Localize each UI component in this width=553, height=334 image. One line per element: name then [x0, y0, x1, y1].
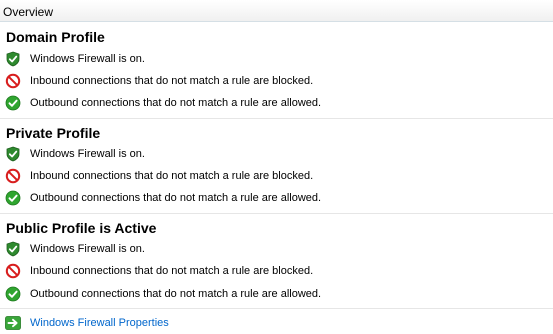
allowed-check-icon	[5, 95, 21, 111]
overview-title: Overview	[3, 5, 54, 19]
domain-profile-title: Domain Profile	[6, 29, 105, 45]
arrow-right-icon	[5, 316, 21, 330]
domain-profile-section: Domain Profile Windows Firewall is on. I…	[0, 22, 553, 118]
allowed-check-icon	[5, 190, 21, 206]
private-inbound-text: Inbound connections that do not match a …	[30, 170, 314, 182]
windows-firewall-properties-label[interactable]: Windows Firewall Properties	[30, 317, 169, 330]
shield-check-icon	[6, 51, 20, 67]
public-profile-title: Public Profile is Active	[6, 220, 157, 236]
private-profile-title: Private Profile	[6, 125, 101, 141]
domain-inbound-text: Inbound connections that do not match a …	[30, 75, 314, 87]
blocked-icon	[5, 73, 21, 89]
public-inbound-text: Inbound connections that do not match a …	[30, 265, 314, 277]
public-profile-section: Public Profile is Active Windows Firewal…	[0, 214, 553, 308]
private-profile-section: Private Profile Windows Firewall is on. …	[0, 119, 553, 213]
blocked-icon	[5, 168, 21, 184]
domain-firewall-status-text: Windows Firewall is on.	[30, 53, 145, 65]
shield-check-icon	[6, 146, 20, 162]
public-firewall-status-text: Windows Firewall is on.	[30, 243, 145, 255]
private-firewall-status-text: Windows Firewall is on.	[30, 148, 145, 160]
overview-header: Overview	[0, 0, 553, 22]
shield-check-icon	[6, 241, 20, 257]
section-divider	[0, 308, 553, 309]
public-outbound-text: Outbound connections that do not match a…	[30, 288, 322, 300]
domain-outbound-text: Outbound connections that do not match a…	[30, 97, 322, 109]
private-outbound-text: Outbound connections that do not match a…	[30, 192, 322, 204]
allowed-check-icon	[5, 286, 21, 302]
blocked-icon	[5, 263, 21, 279]
